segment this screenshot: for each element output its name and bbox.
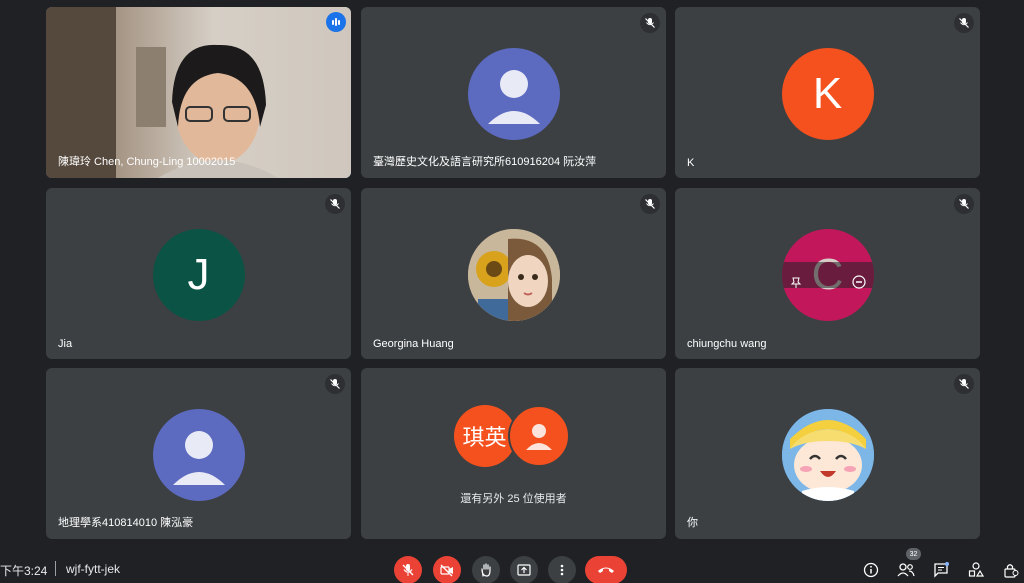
mic-off-icon — [402, 564, 414, 576]
more-options-icon — [560, 564, 564, 576]
mic-off-icon — [954, 13, 974, 33]
participant-tile[interactable]: 陳瑋玲 Chen, Chung-Ling 10002015 — [46, 7, 351, 178]
mic-off-icon — [954, 194, 974, 214]
avatar: C — [781, 229, 874, 321]
participant-tile[interactable]: 臺灣歷史文化及語言研究所610916204 阮汝萍 — [361, 7, 666, 178]
avatar: J — [152, 229, 245, 321]
mic-off-icon — [640, 194, 660, 214]
others-count-label: 還有另外 25 位使用者 — [460, 493, 567, 505]
divider — [55, 561, 56, 576]
host-controls-button[interactable] — [999, 558, 1023, 582]
participant-tile[interactable]: 地理學系410814010 陳泓豪 — [46, 368, 351, 539]
cartoon-avatar-icon — [781, 409, 874, 501]
default-person-icon — [525, 424, 552, 450]
participant-tile[interactable]: C chiungchu wang — [675, 188, 980, 359]
bottom-bar: 下午3:24 wjf-fytt-jek 32 — [0, 548, 1024, 583]
people-icon — [897, 563, 915, 577]
meeting-code: wjf-fytt-jek — [66, 562, 120, 576]
chat-button[interactable] — [929, 558, 953, 582]
people-count-badge: 32 — [906, 548, 921, 560]
present-screen-button[interactable] — [510, 556, 538, 583]
host-controls-icon — [1004, 564, 1019, 578]
info-icon — [863, 562, 879, 578]
participant-name: Jia — [58, 338, 73, 350]
others-tile[interactable]: 琪英 還有另外 25 位使用者 — [361, 368, 666, 539]
participant-name: 地理學系410814010 陳泓豪 — [58, 517, 194, 529]
default-person-icon — [172, 431, 225, 485]
avatar — [507, 405, 570, 467]
avatar — [467, 48, 560, 140]
raise-hand-icon — [481, 563, 491, 577]
raise-hand-button[interactable] — [472, 556, 500, 583]
activities-button[interactable] — [964, 558, 988, 582]
leave-call-button[interactable] — [585, 556, 627, 583]
participant-name: 臺灣歷史文化及語言研究所610916204 阮汝萍 — [373, 156, 597, 168]
participant-name: 陳瑋玲 Chen, Chung-Ling 10002015 — [58, 156, 236, 168]
more-options-button[interactable] — [548, 556, 576, 583]
participant-tile[interactable]: Georgina Huang — [361, 188, 666, 359]
participant-tile[interactable]: J Jia — [46, 188, 351, 359]
remove-icon[interactable] — [851, 250, 866, 300]
mic-off-icon — [640, 13, 660, 33]
current-time: 下午3:24 — [0, 564, 48, 578]
chat-icon — [934, 562, 949, 578]
avatar — [152, 409, 245, 501]
speaking-indicator-icon — [326, 12, 346, 32]
tile-hover-controls — [781, 262, 874, 289]
avatar — [467, 229, 560, 321]
present-screen-icon — [517, 564, 531, 576]
participant-name: K — [687, 157, 695, 169]
camera-off-icon — [440, 564, 453, 577]
mic-off-icon — [954, 374, 974, 394]
avatar — [781, 409, 874, 501]
pin-icon[interactable] — [790, 250, 802, 300]
profile-picture-icon — [467, 229, 560, 321]
participant-tile[interactable]: 你 — [675, 368, 980, 539]
mic-off-icon — [325, 194, 345, 214]
people-button[interactable] — [894, 558, 918, 582]
camera-toggle-button[interactable] — [433, 556, 461, 583]
meeting-details-button[interactable] — [859, 558, 883, 582]
end-call-icon — [598, 567, 614, 573]
participant-name: 你 — [687, 517, 698, 529]
activities-icon — [968, 562, 984, 577]
avatar: 琪英 — [453, 405, 516, 467]
participant-tile[interactable]: K K — [675, 7, 980, 178]
others-avatars: 琪英 — [453, 405, 574, 467]
avatar: K — [781, 48, 874, 140]
participant-name: Georgina Huang — [373, 338, 454, 350]
mic-off-icon — [325, 374, 345, 394]
microphone-toggle-button[interactable] — [394, 556, 422, 583]
participant-name: chiungchu wang — [687, 338, 767, 350]
default-person-icon — [487, 70, 540, 124]
